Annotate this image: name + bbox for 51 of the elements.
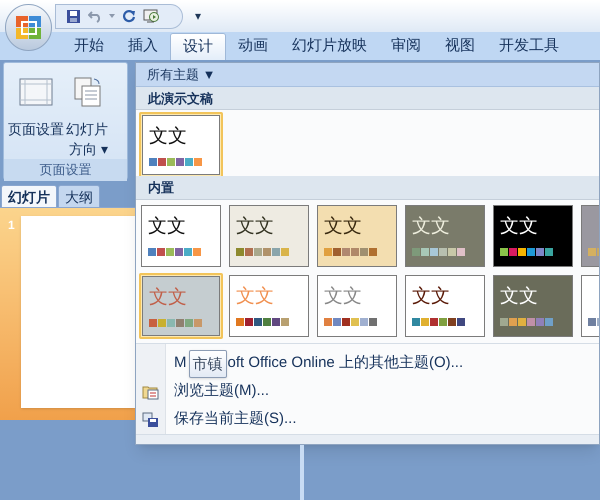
theme-thumbnail[interactable]: 文文 (405, 274, 485, 337)
sample-text: 文文 (324, 214, 363, 239)
menu-item[interactable]: 保存当前主题(S)... (166, 406, 599, 434)
theme-thumbnail[interactable]: 文文 (493, 204, 573, 267)
section-heading: 此演示文稿 (136, 86, 599, 110)
slide-number: 1 (8, 217, 15, 234)
sample-text: 文文 (500, 214, 539, 239)
save-icon[interactable] (66, 8, 81, 24)
theme-thumbnail[interactable]: 文文 (142, 114, 220, 175)
save-theme-icon (142, 412, 159, 428)
ribbon-tab[interactable]: 幻灯片放映 (280, 33, 379, 60)
theme-thumbnail[interactable]: 文文 (229, 204, 309, 267)
customize-toolbar-button[interactable]: ▾ (195, 7, 201, 25)
ribbon-tab[interactable]: 插入 (116, 33, 170, 60)
page-setup-icon (19, 77, 53, 107)
sample-text: 文文 (500, 284, 539, 309)
sample-text: 文文 (236, 284, 275, 309)
pane-tab[interactable]: 幻灯片 (1, 185, 57, 207)
ribbon-tab[interactable]: 视图 (433, 33, 487, 60)
sample-text: 文文 (412, 284, 451, 309)
pane-tab[interactable]: 大纲 (58, 185, 100, 207)
sample-text: 文文 (148, 214, 187, 239)
theme-thumbnail[interactable]: 文文 (141, 204, 221, 267)
tooltip: 市镇 (188, 350, 226, 378)
sample-text: 文文 (412, 214, 451, 239)
sample-text: 文文 (236, 214, 275, 239)
ribbon-tab[interactable]: 动画 (226, 33, 280, 60)
sample-text: 文文 (149, 284, 188, 310)
ribbon-tab[interactable]: 设计 (170, 33, 226, 60)
ribbon-button[interactable]: 页面设置 (8, 73, 64, 159)
ribbon-button[interactable]: 幻灯片 方向 ▾ (66, 73, 108, 159)
section-heading: 内置 (136, 176, 599, 200)
filter-dropdown[interactable]: 所有主题 ▼ (147, 64, 216, 84)
ribbon-tab[interactable]: 开始 (62, 33, 116, 60)
menu-item[interactable]: M 市镇 oft Office Online 上的其他主题(O)... (166, 350, 599, 378)
redo-icon[interactable] (122, 9, 136, 23)
theme-thumbnail[interactable]: 文文 (317, 274, 397, 337)
caret-icon[interactable] (109, 14, 115, 18)
group-label: 页面设置 (4, 159, 127, 181)
slideshow-icon[interactable] (143, 8, 160, 24)
slide-thumbnail[interactable] (20, 216, 135, 408)
theme-thumbnail[interactable]: 文文 (405, 204, 485, 267)
ribbon-tab[interactable]: 审阅 (379, 33, 433, 60)
theme-thumbnail[interactable]: 文文 (493, 274, 573, 337)
theme-thumbnail[interactable]: 文文 (317, 204, 397, 267)
sample-text: 文文 (149, 124, 188, 149)
menu-item[interactable]: 浏览主题(M)... (166, 378, 599, 406)
sample-text: 文文 (324, 284, 363, 309)
ribbon-tab[interactable]: 开发工具 (487, 33, 571, 60)
undo-icon[interactable] (88, 9, 102, 23)
folder-icon (142, 384, 159, 400)
